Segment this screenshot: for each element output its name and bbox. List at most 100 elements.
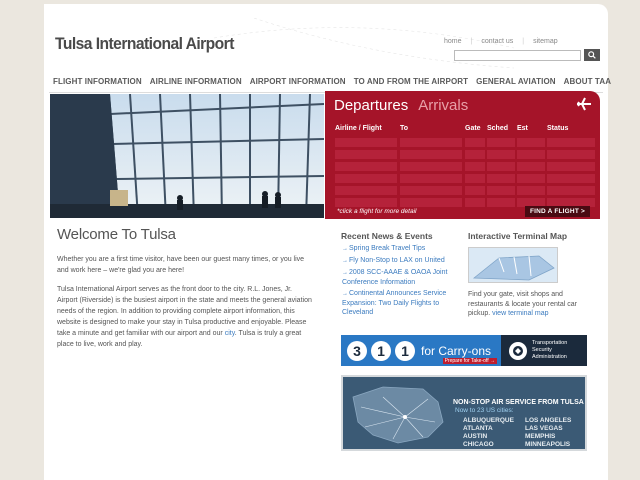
nav-to-and-from-airport[interactable]: TO AND FROM THE AIRPORT xyxy=(350,77,472,86)
news-item[interactable]: Fly Non-Stop to LAX on United xyxy=(342,256,460,266)
flight-cell xyxy=(487,150,515,159)
utility-nav: home | contact us | sitemap xyxy=(444,38,558,45)
tsa-line: Transportation xyxy=(532,340,568,346)
city-name: ALBUQUERQUE xyxy=(463,417,514,424)
terminal-map-text: Find your gate, visit shops and restaura… xyxy=(468,290,586,319)
flight-cell xyxy=(335,162,397,171)
hero-terminal-photo xyxy=(50,94,324,218)
tsa-logo: Transportation Security Administration xyxy=(501,340,567,361)
carry-ons-label: for Carry-ons xyxy=(421,343,492,358)
flight-cell xyxy=(487,174,515,183)
city-name: CHICAGO xyxy=(463,441,494,448)
nav-airport-information[interactable]: AIRPORT INFORMATION xyxy=(246,77,350,86)
flight-cell xyxy=(547,150,595,159)
311-panel: 3 1 1 for Carry-ons Prepare for Take-off… xyxy=(341,335,501,366)
311-digit: 1 xyxy=(371,340,391,361)
nav-about-taa[interactable]: ABOUT TAA xyxy=(560,77,615,86)
city-name: LAS VEGAS xyxy=(525,425,563,432)
flight-cell xyxy=(465,162,485,171)
flight-cell xyxy=(517,150,545,159)
nav-flight-information[interactable]: FLIGHT INFORMATION xyxy=(49,77,146,86)
flight-cell xyxy=(400,138,462,147)
decorative-lines xyxy=(214,18,514,69)
nonstop-service-banner[interactable]: NON-STOP AIR SERVICE FROM TULSA Now to 2… xyxy=(341,375,587,451)
terminal-map-title: Interactive Terminal Map xyxy=(468,231,568,241)
city-name: LOS ANGELES xyxy=(525,417,572,424)
flight-row[interactable] xyxy=(335,149,595,160)
nonstop-city-list: ALBUQUERQUE LOS ANGELES ATLANTA LAS VEGA… xyxy=(463,417,583,449)
terminal-illustration xyxy=(50,94,324,218)
col-to: To xyxy=(400,125,409,132)
flight-row[interactable] xyxy=(335,185,595,196)
search-button[interactable] xyxy=(584,49,600,61)
flight-cell xyxy=(547,174,595,183)
view-terminal-map-link[interactable]: view terminal map xyxy=(492,310,548,317)
flight-cell xyxy=(487,186,515,195)
tab-arrivals[interactable]: Arrivals xyxy=(418,97,468,114)
search-icon xyxy=(588,51,596,59)
flight-cell xyxy=(487,138,515,147)
news-item[interactable]: Continental Announces Service Expansion:… xyxy=(342,289,460,317)
col-gate: Gate xyxy=(465,125,481,132)
welcome-text: Whether you are a first time visitor, ha… xyxy=(57,254,312,358)
flight-cell xyxy=(465,150,485,159)
welcome-paragraph-2: Tulsa International Airport serves as th… xyxy=(57,284,312,350)
flight-cell xyxy=(547,138,595,147)
tsa-line: Administration xyxy=(532,354,567,360)
home-link[interactable]: home xyxy=(444,38,462,45)
terminal-map-graphic xyxy=(469,248,557,282)
site-logo[interactable]: Tulsa International Airport xyxy=(55,34,234,54)
flight-cell xyxy=(487,162,515,171)
nav-airline-information[interactable]: AIRLINE INFORMATION xyxy=(146,77,246,86)
terminal-map-thumbnail[interactable] xyxy=(468,247,558,283)
util-divider: | xyxy=(522,38,525,45)
tab-departures[interactable]: Departures xyxy=(334,97,408,114)
prepare-label: Prepare for Take-off → xyxy=(442,358,497,364)
flight-row[interactable] xyxy=(335,173,595,184)
flight-cell xyxy=(547,186,595,195)
col-airline-flight: Airline / Flight xyxy=(335,125,382,132)
board-hint: *click a flight for more detail xyxy=(337,208,417,215)
board-tabs: Departures Arrivals xyxy=(334,97,468,114)
carry-ons-311-banner[interactable]: 3 1 1 for Carry-ons Prepare for Take-off… xyxy=(341,335,587,366)
tsa-text: Transportation Security Administration xyxy=(532,340,567,361)
flight-cell xyxy=(335,174,397,183)
tsa-seal-icon xyxy=(509,341,527,360)
news-item[interactable]: 2008 SCC-AAAE & OAOA Joint Conference In… xyxy=(342,268,460,287)
flight-cell xyxy=(335,150,397,159)
board-header: Airline / Flight To Gate Sched Est Statu… xyxy=(335,125,595,135)
tsa-line: Security xyxy=(532,347,552,353)
flight-cell xyxy=(517,138,545,147)
flight-cell xyxy=(487,198,515,207)
flight-cell xyxy=(400,186,462,195)
news-item[interactable]: Spring Break Travel Tips xyxy=(342,244,460,254)
flight-cell xyxy=(335,138,397,147)
flight-cell xyxy=(465,198,485,207)
welcome-paragraph-1: Whether you are a first time visitor, ha… xyxy=(57,256,305,274)
flight-rows xyxy=(335,137,595,209)
page: Tulsa International Airport home | conta… xyxy=(44,4,611,480)
nav-general-aviation[interactable]: GENERAL AVIATION xyxy=(472,77,560,86)
search-input[interactable] xyxy=(454,50,581,61)
city-name: ATLANTA xyxy=(463,425,493,432)
flight-cell xyxy=(335,198,397,207)
util-divider: | xyxy=(470,38,473,45)
flight-cell xyxy=(400,162,462,171)
flight-cell xyxy=(547,162,595,171)
flight-row[interactable] xyxy=(335,137,595,148)
311-digit: 1 xyxy=(395,340,415,361)
flight-row[interactable] xyxy=(335,161,595,172)
flight-cell xyxy=(335,186,397,195)
nonstop-subtitle: Now to 23 US cities: xyxy=(455,407,514,414)
city-name: MEMPHIS xyxy=(525,433,556,440)
airplane-icon xyxy=(576,97,591,111)
city-link[interactable]: city xyxy=(225,330,235,337)
contact-us-link[interactable]: contact us xyxy=(481,38,513,45)
flight-cell xyxy=(400,198,462,207)
sitemap-link[interactable]: sitemap xyxy=(533,38,558,45)
find-a-flight-button[interactable]: FIND A FLIGHT > xyxy=(524,206,590,217)
flight-cell xyxy=(517,186,545,195)
311-digit: 3 xyxy=(347,340,367,361)
flight-cell xyxy=(465,174,485,183)
col-status: Status xyxy=(547,125,569,132)
